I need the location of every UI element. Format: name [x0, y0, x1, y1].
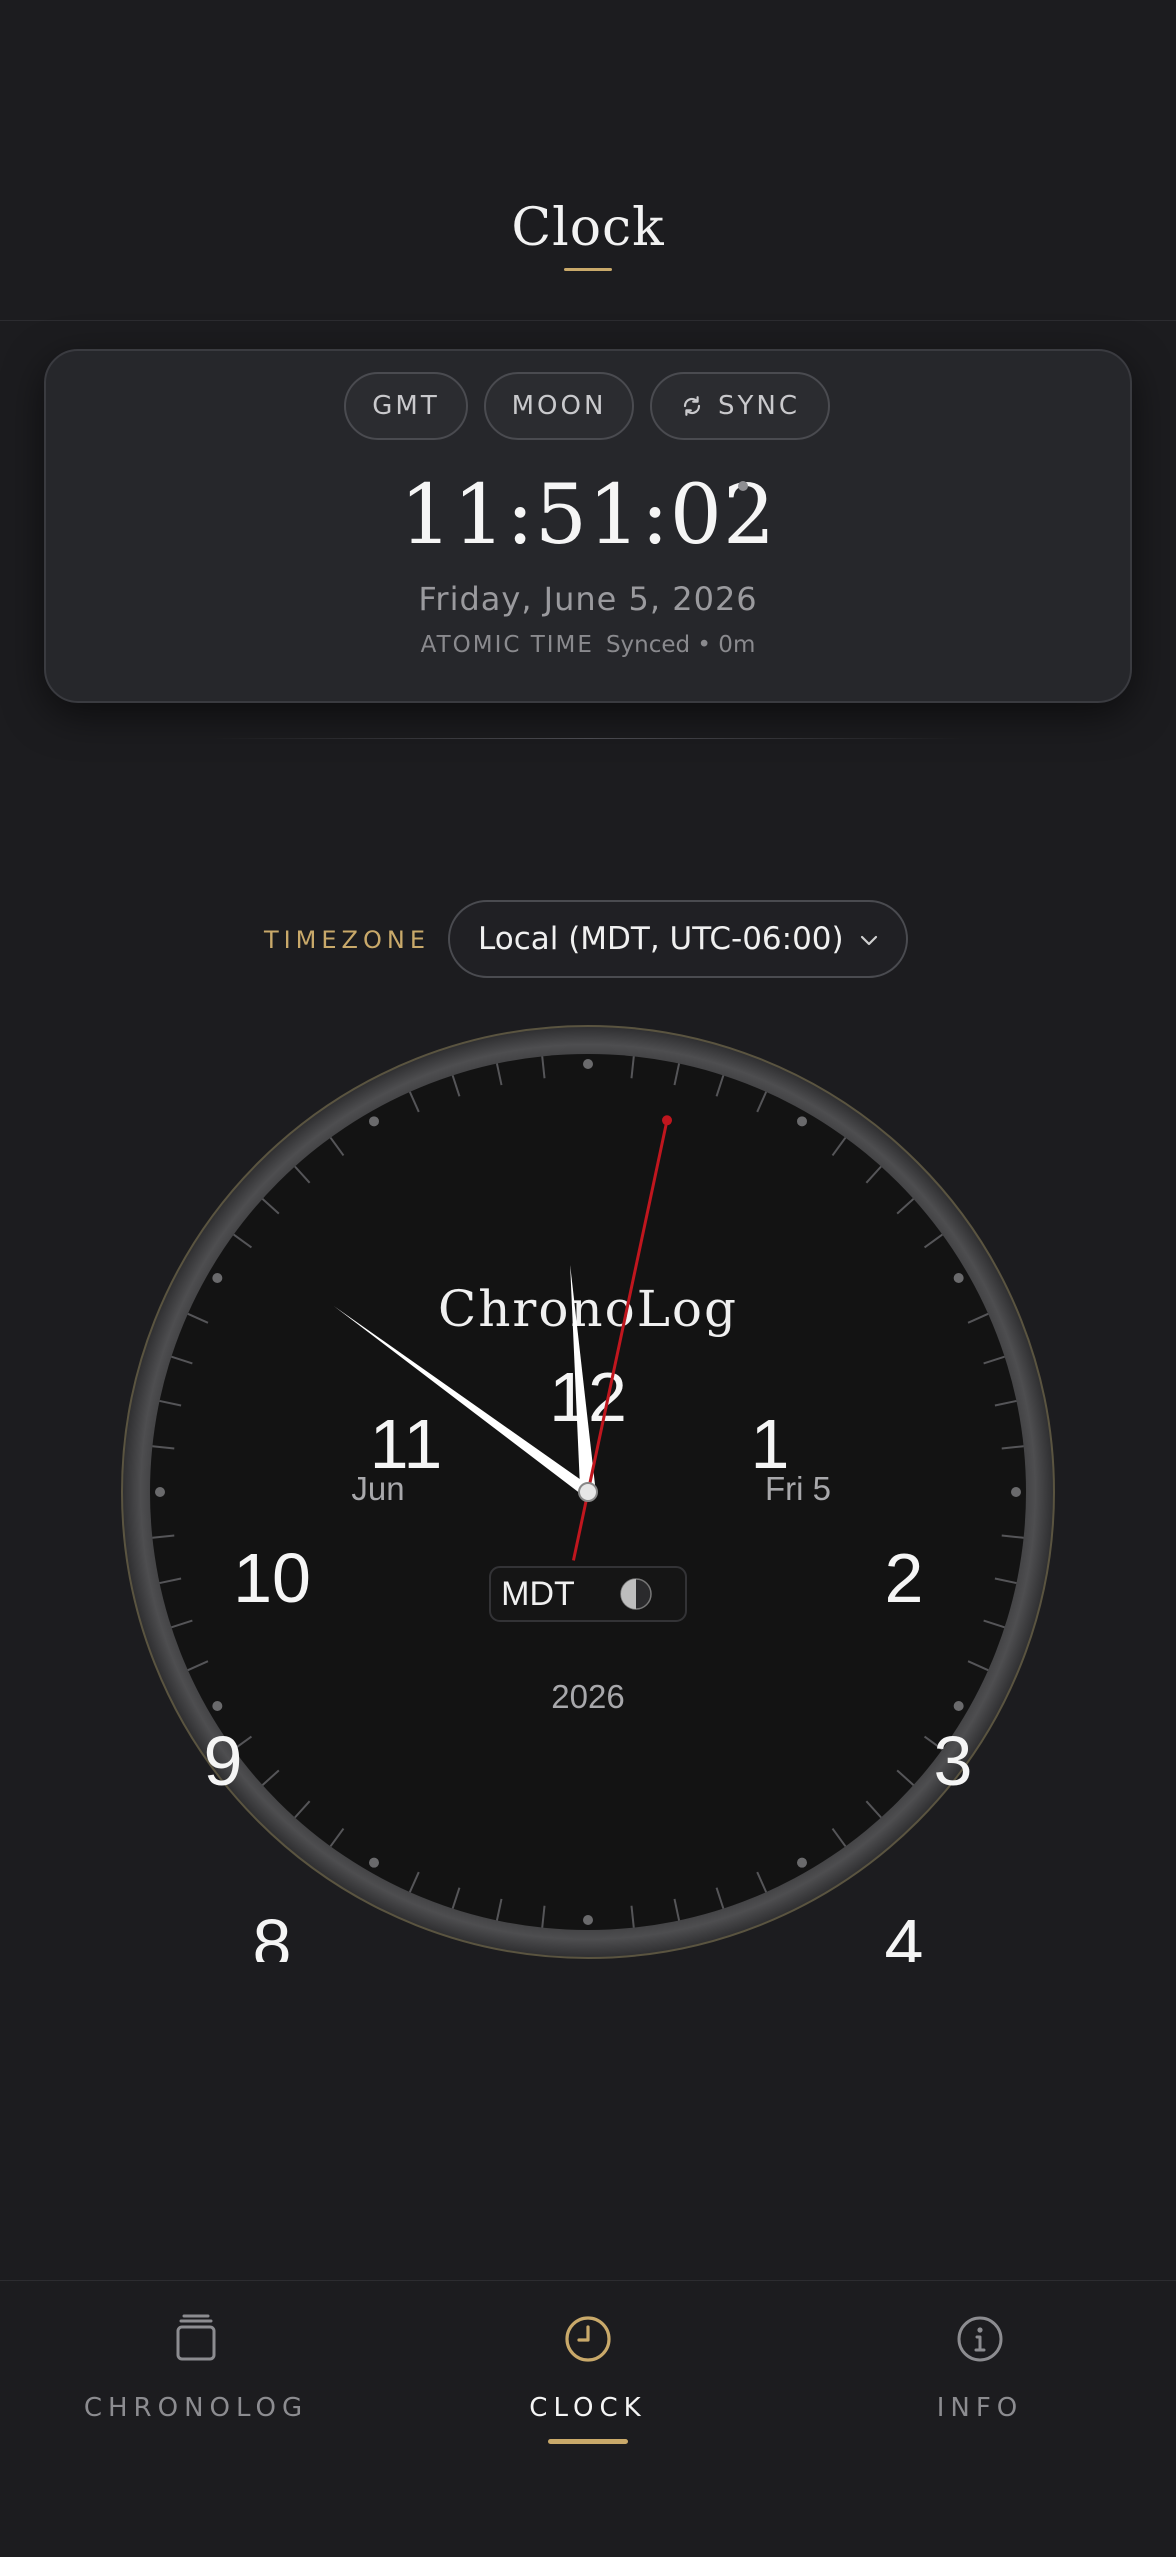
gmt-button-label: GMT [372, 391, 440, 421]
date-text: Friday, June 5, 2026 [418, 580, 758, 618]
active-tab-indicator [548, 2439, 628, 2444]
timezone-label: TIMEZONE [263, 926, 430, 954]
analog-clock: 12 1 2 3 4 5 6 7 8 9 10 11 ChronoLog Jun… [121, 1025, 1055, 1962]
page-title: Clock [511, 198, 665, 258]
hour-dot [583, 1059, 593, 1069]
clock-month: Jun [351, 1470, 404, 1507]
hour-dot [953, 1273, 964, 1283]
hour-dot [212, 1273, 223, 1283]
stack-icon [176, 2314, 216, 2361]
hour-dot [1011, 1487, 1021, 1497]
hour-dot [369, 1857, 379, 1868]
nav-label-info: INFO [936, 2393, 1024, 2423]
nav-item-chronolog[interactable]: CHRONOLOG [46, 2281, 346, 2481]
clock-day: Fri 5 [765, 1470, 831, 1507]
atomic-time-status: ATOMIC TIME Synced • 0m [0, 632, 1176, 658]
gmt-button[interactable]: GMT [344, 372, 468, 440]
clock-brand: ChronoLog [438, 1280, 738, 1338]
nav-label-clock: CLOCK [529, 2393, 647, 2423]
header: Clock [0, 0, 1176, 321]
sync-status-text: Synced • 0m [605, 632, 756, 658]
chevron-down-icon [860, 935, 878, 946]
moon-button-label: MOON [511, 391, 607, 421]
numeral-4: 4 [885, 1905, 924, 1962]
digital-time: 11:51:02 [399, 468, 777, 563]
bottom-nav: CHRONOLOG CLOCK INFO [0, 2280, 1176, 2557]
hour-dot [369, 1116, 379, 1127]
hour-dot [797, 1857, 807, 1868]
divider [212, 738, 964, 739]
sync-button[interactable]: SYNC [650, 372, 830, 440]
sync-button-label: SYNC [718, 391, 800, 421]
moon-button[interactable]: MOON [484, 372, 634, 440]
info-icon [957, 2316, 1003, 2362]
hour-dot [953, 1701, 964, 1711]
nav-item-info[interactable]: INFO [830, 2281, 1130, 2481]
clock-icon [565, 2316, 611, 2362]
hour-dot [797, 1116, 807, 1127]
timezone-selected-value: Local (MDT, UTC-06:00) [478, 921, 844, 957]
hour-dot [583, 1915, 593, 1925]
timezone-select[interactable]: Local (MDT, UTC-06:00) [448, 900, 908, 978]
numeral-8: 8 [253, 1905, 292, 1962]
numeral-10: 10 [233, 1539, 311, 1617]
numeral-2: 2 [885, 1539, 924, 1617]
clock-year: 2026 [551, 1678, 624, 1715]
sync-indicator-dot [738, 481, 748, 491]
sync-icon [683, 396, 701, 416]
atomic-time-label: ATOMIC TIME [420, 632, 594, 658]
numeral-9: 9 [204, 1722, 243, 1800]
nav-item-clock[interactable]: CLOCK [438, 2281, 738, 2481]
title-underline [564, 268, 612, 271]
zone-badge-label: MDT [501, 1575, 575, 1613]
numeral-3: 3 [934, 1722, 973, 1800]
hour-dot [212, 1701, 223, 1711]
center-cap [578, 1482, 598, 1502]
hour-dot [155, 1487, 165, 1497]
moon-phase-icon [620, 1578, 652, 1610]
second-hand-tip [662, 1115, 673, 1126]
nav-label-chronolog: CHRONOLOG [83, 2393, 309, 2423]
